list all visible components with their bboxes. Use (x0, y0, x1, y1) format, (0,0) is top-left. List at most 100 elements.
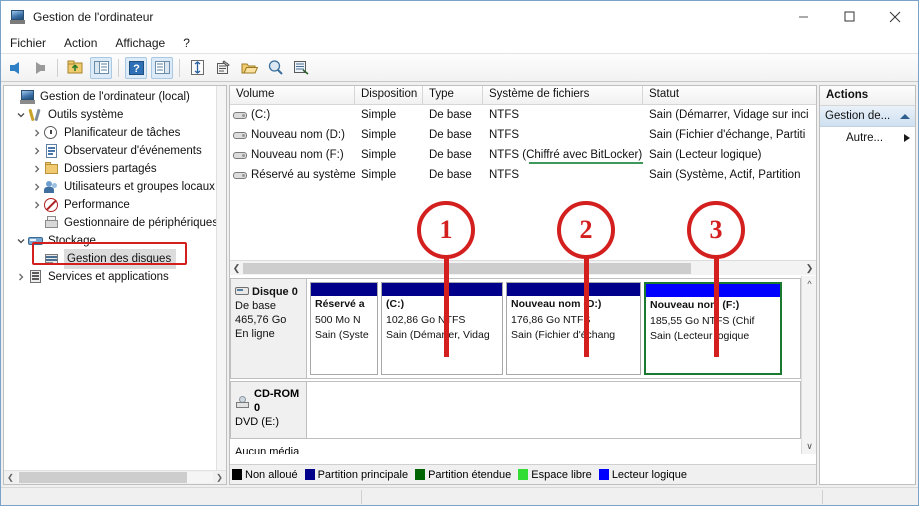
disk-map-vertical-scrollbar[interactable]: ^ ∨ (801, 276, 816, 454)
actions-pane: Actions Gestion de... Autre... (819, 85, 916, 485)
partition-name: Nouveau nom (F:) (650, 299, 740, 311)
volume-list-horizontal-scrollbar[interactable]: ❮ ❯ (230, 260, 816, 275)
column-header-volume[interactable]: Volume (230, 86, 355, 104)
partition-f-selected[interactable]: Nouveau nom (F:) 185,55 Go NTFS (Chif Sa… (644, 282, 782, 375)
scroll-thumb[interactable] (19, 472, 187, 483)
column-header-status[interactable]: Statut (643, 86, 816, 104)
menu-item-aide[interactable]: ? (174, 34, 199, 52)
refresh-icon[interactable] (186, 57, 208, 79)
table-row[interactable]: Nouveau nom (F:) Simple De base NTFS (Ch… (230, 145, 816, 165)
scroll-right-icon[interactable]: ❯ (803, 263, 816, 274)
show-tree-icon[interactable] (90, 56, 112, 79)
chevron-right-icon[interactable] (30, 196, 44, 214)
tree-item-label: Planificateur de tâches (64, 127, 181, 139)
tree-item-dossiers-partages[interactable]: Dossiers partagés (4, 160, 216, 178)
table-row[interactable]: Réservé au système Simple De base NTFS S… (230, 165, 816, 185)
chevron-right-icon[interactable] (30, 142, 44, 160)
up-folder-icon[interactable] (64, 57, 86, 79)
menu-bar: Fichier Action Affichage ? (1, 32, 918, 54)
search-icon[interactable] (264, 57, 286, 79)
tree-item-outils-systeme[interactable]: Outils système (4, 106, 216, 124)
tree-item-label: Outils système (48, 109, 124, 121)
legend-swatch (304, 469, 315, 480)
partition-status: Sain (Systе (315, 329, 369, 341)
export-list-icon[interactable] (290, 57, 312, 79)
cdrom-title: CD-ROM 0 (235, 387, 302, 415)
menu-item-affichage[interactable]: Affichage (106, 34, 174, 52)
column-header-filesystem[interactable]: Système de fichiers (483, 86, 643, 104)
minimize-button[interactable] (780, 1, 826, 32)
toolbar-separator-2 (118, 58, 119, 77)
no-chevron (30, 250, 44, 268)
disk-row-disque-0[interactable]: Disque 0 De base 465,76 Go En ligne Rése… (230, 278, 801, 379)
toolbar: ? (1, 54, 918, 82)
list-view-icon[interactable] (151, 56, 173, 79)
cell-status: Sain (Démarrer, Vidage sur inci (649, 109, 809, 121)
tree-item-gestion-des-disques[interactable]: Gestion des disques (4, 249, 216, 269)
close-button[interactable] (872, 1, 918, 32)
forward-icon[interactable] (29, 57, 51, 79)
disk-row-cdrom-0[interactable]: CD-ROM 0 DVD (E:) Aucun média (230, 381, 801, 454)
tree-item-services-applications[interactable]: Services et applications (4, 268, 216, 286)
actions-item-autre[interactable]: Autre... (820, 127, 915, 149)
tree-item-observateur-evenements[interactable]: Observateur d'événements (4, 142, 216, 160)
scroll-track[interactable] (17, 472, 213, 483)
actions-group-label: Gestion de... (825, 110, 891, 122)
tree-item-planificateur-de-taches[interactable]: Planificateur de tâches (4, 124, 216, 142)
back-icon[interactable] (3, 57, 25, 79)
shared-folder-icon (44, 161, 60, 177)
table-row[interactable]: Nouveau nom (D:) Simple De base NTFS Sai… (230, 125, 816, 145)
cell-filesystem: NTFS (489, 129, 520, 141)
partition-d[interactable]: Nouveau nom (D:) 176,86 Go NTFS Sain (Fi… (506, 282, 641, 375)
tree-item-label: Utilisateurs et groupes locaux (64, 181, 215, 193)
tree-item-gestionnaire-peripheriques[interactable]: Gestionnaire de périphériques (4, 214, 218, 232)
disk-title: Disque 0 (235, 284, 302, 299)
chevron-right-icon[interactable] (30, 124, 44, 142)
device-manager-icon (44, 215, 60, 231)
chevron-right-icon[interactable] (904, 134, 910, 142)
chevron-right-icon[interactable] (30, 178, 44, 196)
performance-icon (44, 197, 60, 213)
partition-color-bar (311, 283, 377, 296)
disk-management-icon (44, 251, 60, 267)
legend-item-partition-etendue: Partition étendue (415, 469, 511, 481)
tree-item-computer-management[interactable]: Gestion de l'ordinateur (local) (4, 88, 216, 106)
tree-item-utilisateurs-groupes-locaux[interactable]: Utilisateurs et groupes locaux (4, 178, 216, 196)
menu-item-fichier[interactable]: Fichier (1, 34, 55, 52)
properties-icon[interactable] (212, 57, 234, 79)
table-row[interactable]: (C:) Simple De base NTFS Sain (Démarrer,… (230, 105, 816, 125)
help-icon[interactable]: ? (125, 56, 147, 79)
column-header-type[interactable]: Type (423, 86, 483, 104)
menu-item-action[interactable]: Action (55, 34, 106, 52)
chevron-down-icon[interactable] (14, 106, 28, 124)
chevron-right-icon[interactable] (14, 268, 28, 286)
tree-item-stockage[interactable]: Stockage (4, 232, 216, 250)
tree-item-performance[interactable]: Performance (4, 196, 216, 214)
open-icon[interactable] (238, 57, 260, 79)
partition-size: 185,55 Go NTFS (Chif (650, 314, 755, 327)
cell-disposition: Simple (361, 109, 397, 121)
chevron-right-icon[interactable] (30, 160, 44, 178)
legend-item-lecteur-logique: Lecteur logique (598, 469, 687, 481)
scroll-right-icon[interactable]: ❯ (213, 473, 226, 482)
disk-info-panel[interactable]: Disque 0 De base 465,76 Go En ligne (231, 279, 307, 378)
chevron-down-icon[interactable] (14, 232, 28, 250)
maximize-button[interactable] (826, 1, 872, 32)
cell-filesystem: NTFS (489, 169, 520, 181)
graphical-disk-map: Disque 0 De base 465,76 Go En ligne Rése… (230, 276, 816, 454)
column-header-disposition[interactable]: Disposition (355, 86, 423, 104)
partition-reserve-systeme[interactable]: Réservé a 500 Mo N Sain (Systе (310, 282, 378, 375)
scroll-thumb[interactable] (243, 263, 691, 274)
tree-horizontal-scrollbar[interactable]: ❮ ❯ (4, 470, 226, 484)
scroll-up-icon[interactable]: ^ (802, 276, 816, 291)
scroll-left-icon[interactable]: ❮ (230, 263, 243, 274)
bitlocker-underline-highlight (529, 161, 643, 164)
window-title: Gestion de l'ordinateur (33, 9, 154, 24)
scroll-down-icon[interactable]: ∨ (802, 439, 816, 454)
tree-vertical-scrollbar[interactable] (216, 86, 226, 470)
cdrom-info-panel[interactable]: CD-ROM 0 DVD (E:) Aucun média (231, 382, 307, 454)
chevron-up-icon[interactable] (900, 113, 910, 119)
partition-c[interactable]: (C:) 102,86 Go NTFS Sain (Démarrer, Vida… (381, 282, 503, 375)
scroll-left-icon[interactable]: ❮ (4, 473, 17, 482)
actions-group-gestion-des-disques[interactable]: Gestion de... (820, 106, 915, 127)
